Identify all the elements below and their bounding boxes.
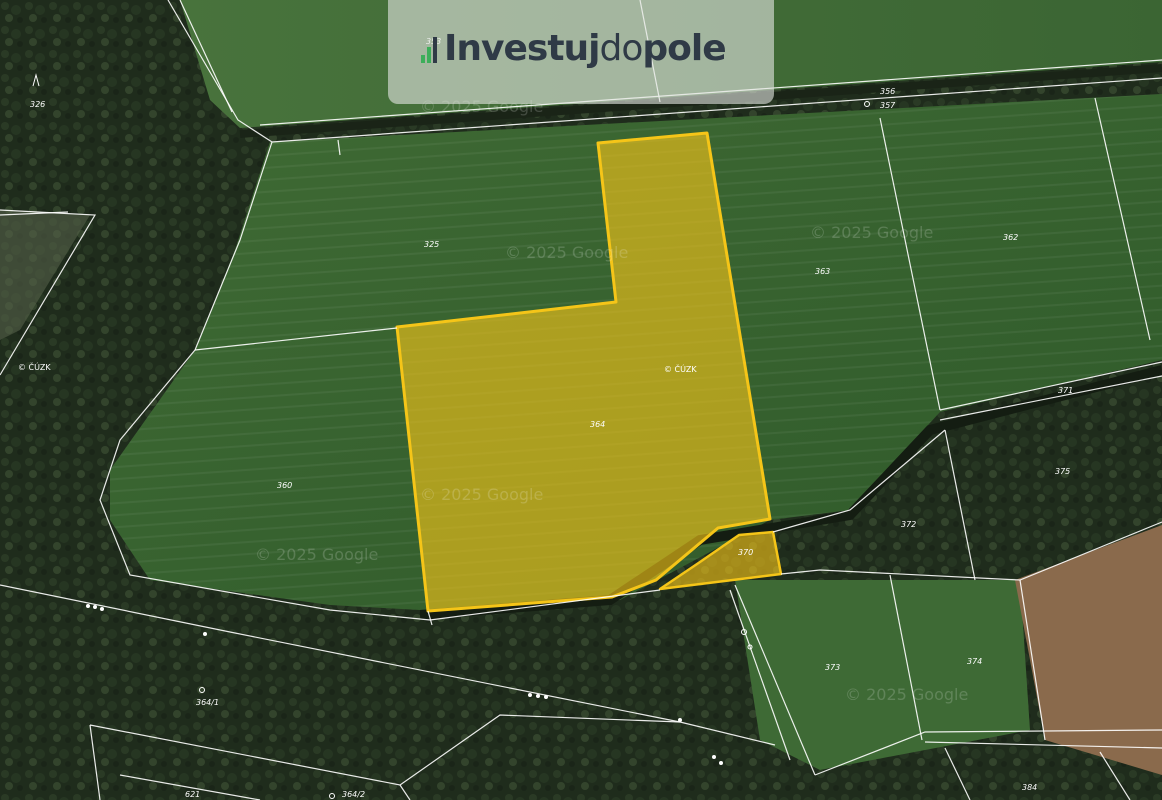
svg-text:© 2025 Google: © 2025 Google [255, 545, 378, 564]
point-icon [528, 693, 532, 697]
point-icon [86, 604, 90, 608]
map-canvas[interactable]: © 2025 Google © 2025 Google © 2025 Googl… [0, 0, 1162, 800]
parcel-label-364-2: 364/2 [342, 790, 365, 799]
parcel-label-360: 360 [277, 481, 292, 490]
point-icon [678, 718, 682, 722]
point-icon [93, 605, 97, 609]
svg-text:© 2025 Google: © 2025 Google [810, 223, 933, 242]
logo-text-part2: do [599, 28, 644, 69]
point-icon [719, 761, 723, 765]
parcel-label-384: 384 [1022, 783, 1037, 792]
parcel-label-326: 326 [30, 100, 45, 109]
parcel-label-371: 371 [1058, 386, 1073, 395]
parcel-label-372: 372 [901, 520, 916, 529]
cuzk-attribution: © ČÚZK [664, 363, 697, 374]
point-icon [712, 755, 716, 759]
parcel-label-363: 363 [815, 267, 830, 276]
svg-text:© 2025 Google: © 2025 Google [845, 685, 968, 704]
parcel-label-373: 373 [825, 663, 840, 672]
parcel-label-362: 362 [1003, 233, 1018, 242]
logo-text-part3: pole [642, 28, 726, 69]
parcel-label-356: 356 [880, 87, 895, 96]
parcel-label-375: 375 [1055, 467, 1070, 476]
logo-bars-icon [420, 33, 440, 65]
logo-text-part1: Investuj [444, 28, 601, 69]
parcel-label-370: 370 [738, 548, 753, 557]
parcel-label-357: 357 [880, 101, 896, 110]
point-icon [544, 695, 548, 699]
parcel-label-364-1: 364/1 [196, 698, 219, 707]
parcel-label-325: 325 [424, 240, 439, 249]
point-icon [100, 607, 104, 611]
logo-text: Investujdopole [444, 26, 727, 72]
cuzk-attribution: © ČÚZK [18, 361, 51, 372]
svg-text:© 2025 Google: © 2025 Google [505, 243, 628, 262]
parcel-label-374: 374 [967, 657, 982, 666]
cadastral-map[interactable]: © 2025 Google © 2025 Google © 2025 Googl… [0, 0, 1162, 800]
point-icon [536, 694, 540, 698]
parcel-label-364: 364 [590, 420, 605, 429]
investujdopole-logo[interactable]: Investujdopole [420, 26, 727, 72]
point-icon [203, 632, 207, 636]
parcel-label-621: 621 [185, 790, 200, 799]
svg-text:© 2025 Google: © 2025 Google [420, 485, 543, 504]
